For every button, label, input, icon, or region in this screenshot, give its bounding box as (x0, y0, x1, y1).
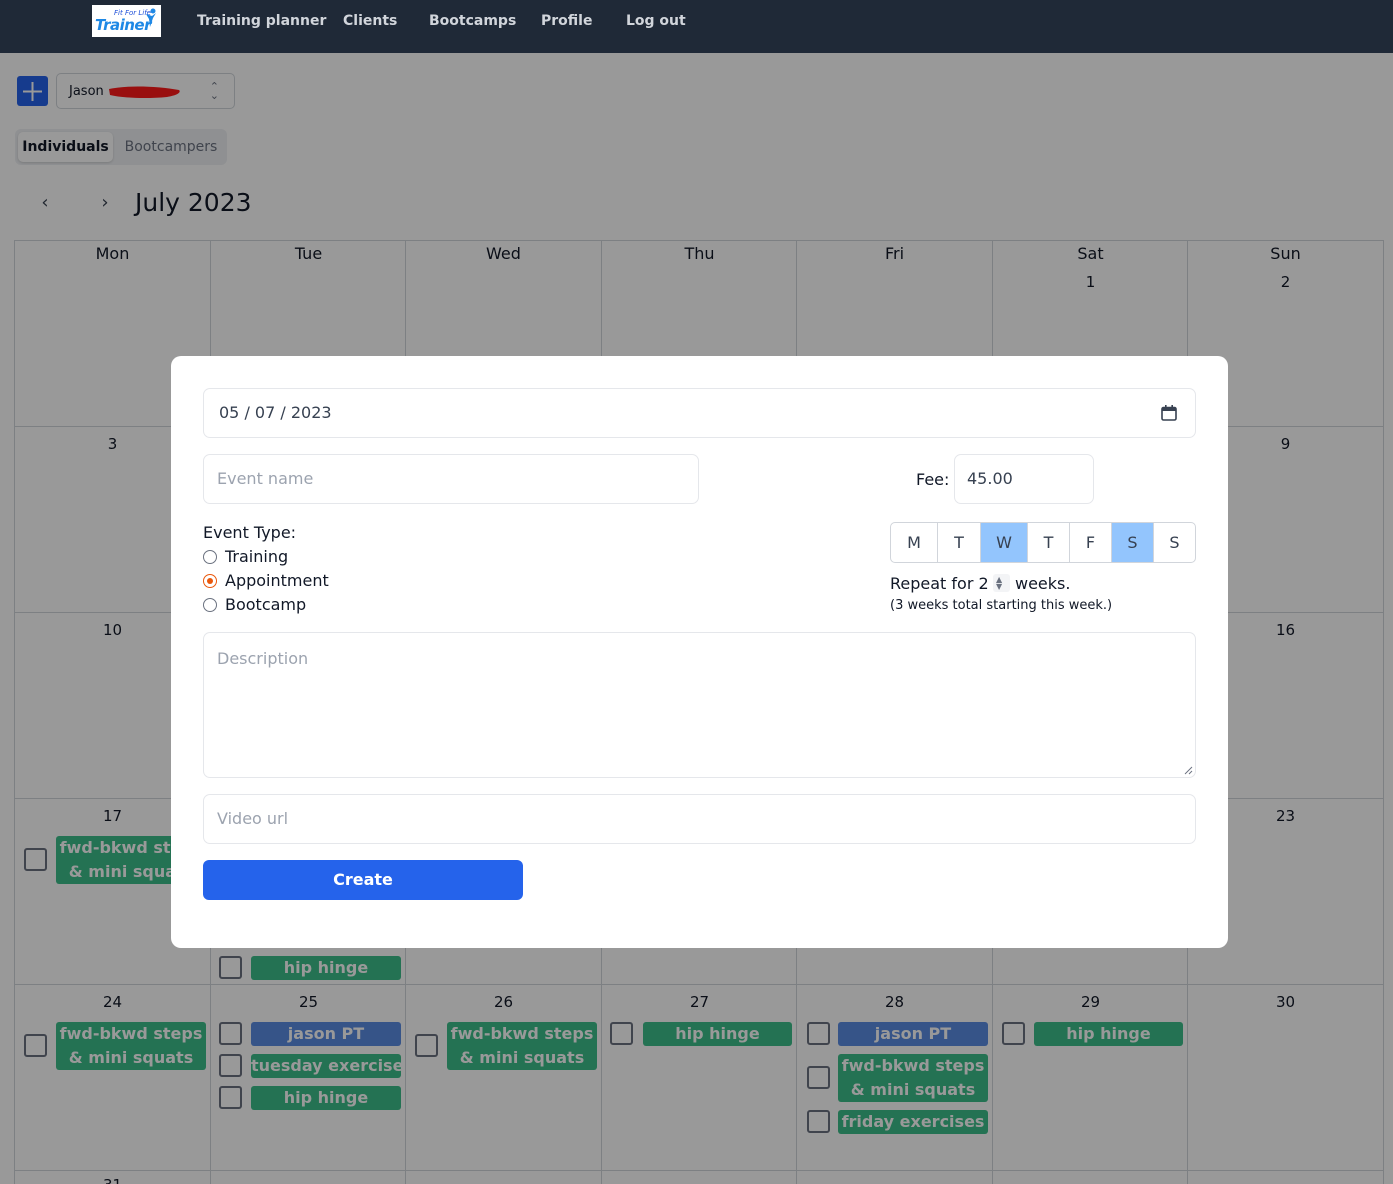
weekday-toggle-sun[interactable]: S (1154, 523, 1195, 562)
repeat-suffix: weeks. (1015, 574, 1071, 593)
fee-value: 45.00 (967, 469, 1013, 488)
logo-wordmark: Trainer (95, 16, 152, 34)
radio-bootcamp-label[interactable]: Bootcamp (225, 595, 306, 614)
video-url-input[interactable]: Video url (203, 794, 1196, 844)
weekday-toggle-tue[interactable]: T (938, 523, 981, 562)
event-name-placeholder: Event name (217, 469, 314, 488)
fee-label: Fee: (916, 470, 950, 489)
radio-appointment-label[interactable]: Appointment (225, 571, 329, 590)
event-name-input[interactable]: Event name (203, 454, 699, 504)
weekday-toggle-sat[interactable]: S (1112, 523, 1154, 562)
date-field[interactable]: 05 / 07 / 2023 (203, 388, 1196, 438)
weekday-toggle-fri[interactable]: F (1070, 523, 1112, 562)
weekday-toggle-wed[interactable]: W (981, 523, 1028, 562)
create-event-modal: 05 / 07 / 2023 Event name Fee: 45.00 Eve… (171, 356, 1228, 948)
video-url-placeholder: Video url (217, 809, 289, 828)
calendar-icon[interactable] (1160, 404, 1178, 422)
nav-training-planner[interactable]: Training planner (197, 13, 326, 29)
top-navbar: Fit For Life Trainer Training planner Cl… (0, 0, 1393, 53)
radio-training[interactable] (203, 550, 217, 564)
nav-clients[interactable]: Clients (343, 13, 397, 29)
radio-appointment[interactable] (203, 574, 217, 588)
description-textarea[interactable]: Description (203, 632, 1196, 778)
repeat-weeks-stepper[interactable]: ▲ ▼ (993, 574, 1010, 592)
repeat-note: (3 weeks total starting this week.) (890, 598, 1113, 613)
repeat-weekday-selector: M T W T F S S (890, 522, 1196, 563)
nav-bootcamps[interactable]: Bootcamps (429, 13, 516, 29)
weekday-toggle-thu[interactable]: T (1028, 523, 1070, 562)
radio-bootcamp[interactable] (203, 598, 217, 612)
fee-input[interactable]: 45.00 (954, 454, 1094, 504)
date-value: 05 / 07 / 2023 (219, 403, 332, 422)
event-type-label: Event Type: (203, 523, 297, 542)
app-logo[interactable]: Fit For Life Trainer (92, 5, 161, 37)
repeat-label: Repeat for 2 (890, 574, 989, 593)
stepper-down-icon[interactable]: ▼ (996, 583, 1002, 591)
nav-log-out[interactable]: Log out (626, 13, 686, 29)
create-button[interactable]: Create (203, 860, 523, 900)
nav-profile[interactable]: Profile (541, 13, 592, 29)
description-placeholder: Description (217, 649, 309, 668)
radio-training-label[interactable]: Training (225, 547, 288, 566)
resize-handle-icon[interactable] (1183, 765, 1193, 775)
logo-figure-icon (146, 8, 156, 27)
weekday-toggle-mon[interactable]: M (891, 523, 938, 562)
